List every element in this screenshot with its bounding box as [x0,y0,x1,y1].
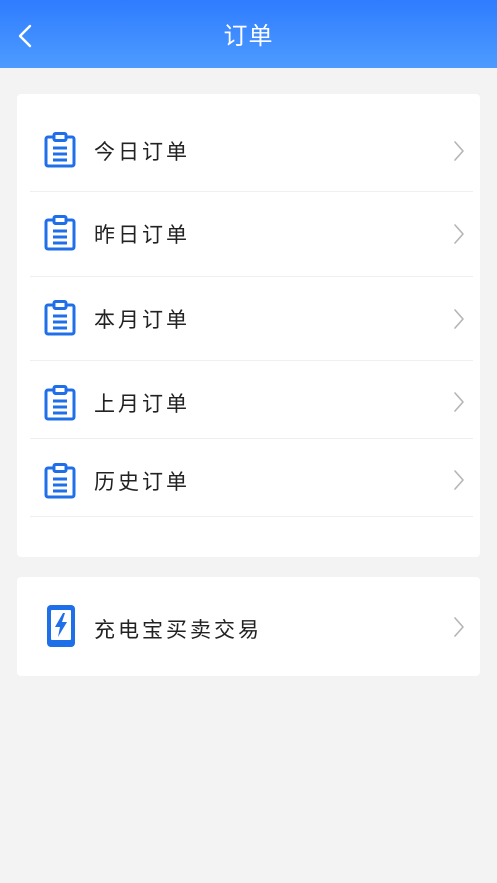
clipboard-icon [44,385,76,421]
app-header: 订单 [0,0,497,68]
chevron-right-icon [454,392,464,412]
chevron-right-icon [454,309,464,329]
clipboard-icon [44,132,76,168]
trade-row[interactable]: 充电宝买卖交易 [30,577,470,676]
order-row-label: 历史订单 [94,470,190,494]
chevron-right-icon [454,470,464,490]
trade-card: 充电宝买卖交易 [17,577,480,676]
order-row-yesterday[interactable]: 昨日订单 [30,192,473,277]
trade-label: 充电宝买卖交易 [94,618,262,642]
orders-card: 今日订单 昨日订单 本月订单 上月订单 历史订单 [17,94,480,557]
chevron-right-icon [454,617,464,637]
chevron-right-icon [454,224,464,244]
clipboard-icon [44,300,76,336]
clipboard-icon [44,215,76,251]
page-title: 订单 [223,22,274,50]
order-row-today[interactable]: 今日订单 [30,112,473,192]
divider [30,516,473,517]
order-row-last-month[interactable]: 上月订单 [30,361,473,439]
order-row-history[interactable]: 历史订单 [30,439,473,517]
order-row-label: 昨日订单 [94,223,190,247]
power-bank-icon [47,605,75,647]
chevron-right-icon [454,141,464,161]
order-row-this-month[interactable]: 本月订单 [30,277,473,361]
order-row-label: 今日订单 [94,140,190,164]
order-row-label: 上月订单 [94,392,190,416]
order-row-label: 本月订单 [94,308,190,332]
clipboard-icon [44,463,76,499]
